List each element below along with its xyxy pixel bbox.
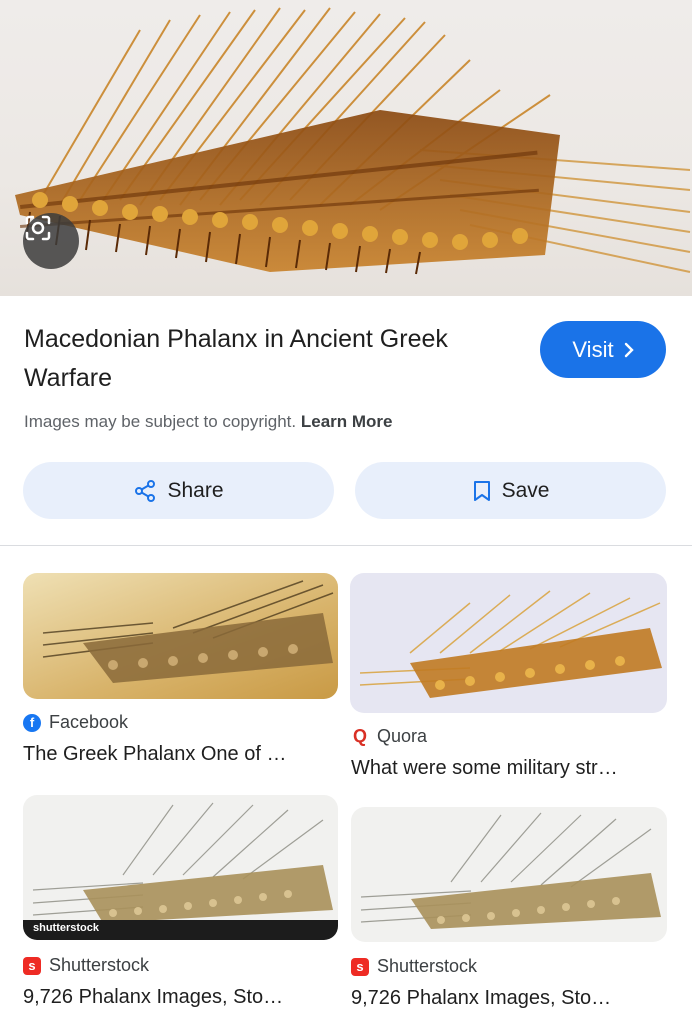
hero-image[interactable] — [0, 0, 692, 296]
source-shutterstock[interactable]: s Shutterstock — [23, 955, 149, 976]
bookmark-icon — [473, 480, 490, 501]
share-icon — [135, 479, 156, 502]
quora-icon: Q — [352, 726, 367, 746]
phalanx-illustration — [15, 7, 691, 275]
related-thumbnail[interactable] — [23, 573, 338, 699]
source-facebook[interactable]: f Facebook — [23, 712, 128, 733]
related-thumbnail[interactable]: shutterstock — [23, 795, 338, 940]
source-label: Shutterstock — [377, 956, 478, 976]
shutterstock-watermark: shutterstock — [33, 922, 100, 934]
phalanx-thumbnail — [42, 580, 334, 683]
share-label: Share — [167, 478, 224, 502]
visit-label: Visit — [572, 336, 614, 362]
related-title[interactable]: The Greek Phalanx One of … — [23, 743, 333, 766]
copyright-notice: Images may be subject to copyright. Lear… — [24, 412, 393, 432]
phalanx-thumbnail — [23, 802, 338, 940]
shutterstock-icon: s — [351, 957, 369, 976]
source-label: Shutterstock — [49, 955, 150, 975]
learn-more-link[interactable]: Learn More — [301, 412, 393, 431]
lens-search-button[interactable] — [23, 213, 79, 269]
shutterstock-icon: s — [23, 956, 41, 975]
camera-lens-icon — [25, 215, 51, 241]
copyright-text: Images may be subject to copyright. — [24, 412, 297, 431]
phalanx-thumbnail — [360, 812, 661, 929]
save-button[interactable]: Save — [355, 462, 666, 519]
related-thumbnail[interactable] — [350, 573, 667, 713]
phalanx-thumbnail — [359, 590, 662, 698]
share-button[interactable]: Share — [23, 462, 334, 519]
result-title: Macedonian Phalanx in Ancient Greek Warf… — [24, 325, 448, 392]
related-title[interactable]: 9,726 Phalanx Images, Sto… — [351, 987, 667, 1010]
save-label: Save — [501, 478, 550, 502]
source-label: Quora — [377, 726, 428, 746]
related-title[interactable]: What were some military str… — [351, 757, 661, 780]
facebook-icon: f — [23, 713, 41, 732]
related-thumbnail[interactable] — [351, 807, 667, 942]
chevron-right-icon — [624, 342, 634, 357]
related-title[interactable]: 9,726 Phalanx Images, Sto… — [23, 986, 333, 1009]
visit-button[interactable]: Visit — [540, 321, 666, 378]
source-quora[interactable]: Q Quora — [351, 726, 427, 747]
section-divider — [0, 545, 692, 546]
source-label: Facebook — [49, 712, 129, 732]
source-shutterstock[interactable]: s Shutterstock — [351, 956, 477, 977]
